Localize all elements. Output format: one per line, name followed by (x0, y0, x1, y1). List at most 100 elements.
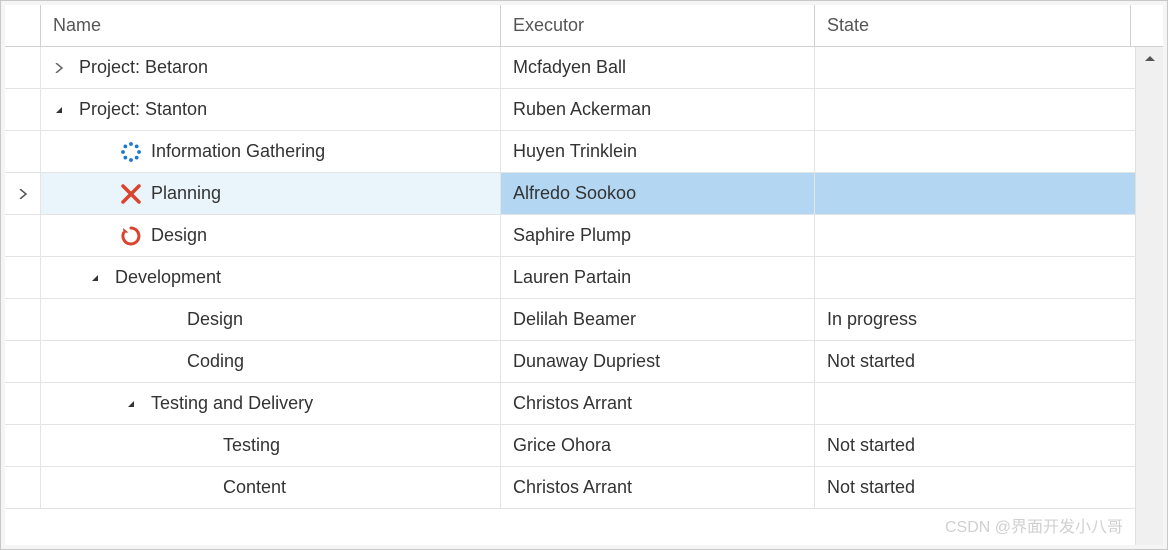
tree-expander[interactable] (77, 257, 113, 298)
vertical-scrollbar[interactable] (1135, 47, 1163, 545)
row-name-text: Design (149, 225, 207, 246)
table-row[interactable]: Content Christos ArrantNot started (5, 467, 1135, 509)
row-name-text: Coding (185, 351, 244, 372)
row-name-text: Design (185, 309, 243, 330)
row-indicator (5, 215, 41, 256)
cell-name[interactable]: Development (41, 257, 501, 298)
cell-name[interactable]: Project: Betaron (41, 47, 501, 88)
row-status-icon (113, 131, 149, 172)
header-name[interactable]: Name (41, 5, 501, 46)
table-row[interactable]: Development Lauren Partain (5, 257, 1135, 299)
tree-indent (41, 215, 77, 256)
scroll-up-button[interactable] (1136, 47, 1163, 71)
cell-executor[interactable]: Christos Arrant (501, 383, 815, 424)
row-name-text: Planning (149, 183, 221, 204)
table-row[interactable]: Testing Grice OhoraNot started (5, 425, 1135, 467)
cell-state[interactable]: Not started (815, 341, 1135, 382)
cell-state[interactable] (815, 383, 1135, 424)
chevron-down-filled-icon (126, 399, 136, 409)
header-indicator (5, 5, 41, 46)
tree-expander[interactable] (113, 383, 149, 424)
row-name-text: Information Gathering (149, 141, 325, 162)
row-icon-placeholder (149, 299, 185, 340)
tree-indent (41, 131, 77, 172)
cell-name[interactable]: Testing and Delivery (41, 383, 501, 424)
cell-executor[interactable]: Ruben Ackerman (501, 89, 815, 130)
row-icon-placeholder (185, 467, 221, 508)
cell-executor[interactable]: Dunaway Dupriest (501, 341, 815, 382)
row-status-icon (113, 215, 149, 256)
table-row[interactable]: Information Gathering Huyen Trinklein (5, 131, 1135, 173)
table-row[interactable]: Design Delilah BeamerIn progress (5, 299, 1135, 341)
header-executor[interactable]: Executor (501, 5, 815, 46)
chevron-up-icon (1145, 56, 1155, 62)
row-indicator (5, 467, 41, 508)
table-row[interactable]: Coding Dunaway DupriestNot started (5, 341, 1135, 383)
row-indicator (5, 47, 41, 88)
cell-state[interactable]: In progress (815, 299, 1135, 340)
cell-executor[interactable]: Alfredo Sookoo (501, 173, 815, 214)
table-row[interactable]: Project: BetaronMcfadyen Ball (5, 47, 1135, 89)
cell-name[interactable]: Coding (41, 341, 501, 382)
tree-indent (41, 299, 113, 340)
table-row[interactable]: Design Saphire Plump (5, 215, 1135, 257)
row-name-text: Testing and Delivery (149, 393, 313, 414)
tree-indent (41, 467, 149, 508)
chevron-right-icon (54, 63, 64, 73)
refresh-icon (120, 225, 142, 247)
grid-body: Project: BetaronMcfadyen Ball Project: S… (5, 47, 1135, 545)
cell-executor[interactable]: Mcfadyen Ball (501, 47, 815, 88)
tree-expander-placeholder (149, 467, 185, 508)
tree-expander-placeholder (113, 299, 149, 340)
cell-state[interactable] (815, 257, 1135, 298)
tree-indent (41, 257, 77, 298)
tree-indent (41, 341, 113, 382)
row-name-text: Development (113, 267, 221, 288)
progress-dots-icon (120, 141, 142, 163)
tree-expander-placeholder (77, 173, 113, 214)
row-indicator (5, 299, 41, 340)
tree-expander-placeholder (113, 341, 149, 382)
tree-expander[interactable] (41, 47, 77, 88)
chevron-down-filled-icon (90, 273, 100, 283)
header-scroll-spacer (1131, 5, 1159, 46)
row-name-text: Content (221, 477, 286, 498)
row-indicator (5, 257, 41, 298)
cell-name[interactable]: Planning (41, 173, 501, 214)
x-red-icon (120, 183, 142, 205)
cell-state[interactable]: Not started (815, 467, 1135, 508)
header-state[interactable]: State (815, 5, 1131, 46)
cell-state[interactable] (815, 173, 1135, 214)
table-row[interactable]: Testing and Delivery Christos Arrant (5, 383, 1135, 425)
cell-name[interactable]: Information Gathering (41, 131, 501, 172)
cell-executor[interactable]: Huyen Trinklein (501, 131, 815, 172)
treelist-grid: Name Executor State Project: BetaronMcfa… (0, 0, 1168, 550)
cell-state[interactable] (815, 89, 1135, 130)
row-name-text: Testing (221, 435, 280, 456)
row-icon-placeholder (149, 341, 185, 382)
tree-indent (41, 383, 113, 424)
chevron-down-filled-icon (54, 105, 64, 115)
table-row[interactable]: Project: StantonRuben Ackerman (5, 89, 1135, 131)
cell-state[interactable]: Not started (815, 425, 1135, 466)
cell-executor[interactable]: Grice Ohora (501, 425, 815, 466)
row-status-icon (113, 173, 149, 214)
cell-name[interactable]: Design (41, 215, 501, 256)
cell-state[interactable] (815, 47, 1135, 88)
tree-expander[interactable] (41, 89, 77, 130)
row-indicator (5, 131, 41, 172)
cell-executor[interactable]: Christos Arrant (501, 467, 815, 508)
cell-name[interactable]: Design (41, 299, 501, 340)
tree-indent (41, 173, 77, 214)
cell-executor[interactable]: Saphire Plump (501, 215, 815, 256)
row-indicator (5, 89, 41, 130)
cell-name[interactable]: Testing (41, 425, 501, 466)
tree-expander-placeholder (149, 425, 185, 466)
cell-executor[interactable]: Lauren Partain (501, 257, 815, 298)
cell-name[interactable]: Content (41, 467, 501, 508)
table-row[interactable]: Planning Alfredo Sookoo (5, 173, 1135, 215)
cell-state[interactable] (815, 131, 1135, 172)
cell-name[interactable]: Project: Stanton (41, 89, 501, 130)
cell-executor[interactable]: Delilah Beamer (501, 299, 815, 340)
cell-state[interactable] (815, 215, 1135, 256)
